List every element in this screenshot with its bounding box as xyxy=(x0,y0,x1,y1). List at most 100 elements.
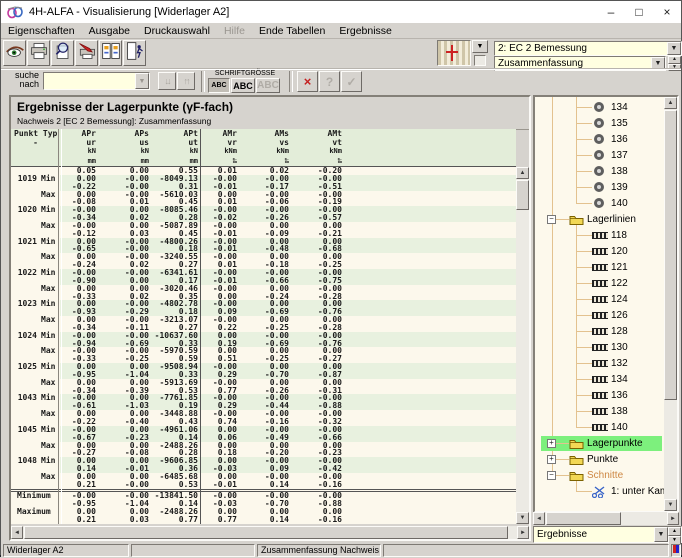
row-type: Min xyxy=(37,206,60,214)
point-number: 1043 xyxy=(11,394,37,402)
chevron-down-icon[interactable]: ▼ xyxy=(654,527,668,542)
scroll-down-icon[interactable]: ▼ xyxy=(664,499,677,511)
row-label: Max xyxy=(11,222,60,230)
point-number: 1021 xyxy=(11,238,37,246)
toolbar-table-window-button[interactable] xyxy=(99,40,122,66)
scroll-up-icon[interactable]: ▲ xyxy=(516,167,529,179)
header-label: Punkt Typ xyxy=(11,129,57,138)
tree-item-lagerlinien[interactable]: −Lagerlinien xyxy=(535,212,664,227)
table-vertical-scrollbar[interactable]: ▲ ▼ xyxy=(516,167,529,524)
status-bar: Widerlager A2 Zusammenfassung Nachweis xyxy=(1,544,681,558)
search-prev-button[interactable]: ↑↑ xyxy=(177,72,195,90)
tree-item-schnitte[interactable]: −Schnitte xyxy=(535,468,664,483)
toolbar: ▼ 2: EC 2 Bemessung ▼ Zusammenfassung ▼ … xyxy=(1,39,681,68)
tree-item-label: 139 xyxy=(611,182,628,193)
scroll-thumb[interactable] xyxy=(664,110,677,400)
close-button[interactable]: × xyxy=(653,1,681,23)
tree-horizontal-scrollbar[interactable]: ◄ ► xyxy=(533,512,679,525)
tree-expander-collapse-icon[interactable]: − xyxy=(547,215,556,224)
tree-item-139[interactable]: 139 xyxy=(535,180,664,195)
bemessung-combo[interactable]: 2: EC 2 Bemessung ▼ xyxy=(494,41,682,56)
tree-item-120[interactable]: 120 xyxy=(535,244,664,259)
tree-item-138[interactable]: 138 xyxy=(535,404,664,419)
preview-scroll-box[interactable] xyxy=(474,55,486,66)
row-label: Max xyxy=(11,347,60,355)
tree-item-121[interactable]: 121 xyxy=(535,260,664,275)
status-project: Widerlager A2 xyxy=(3,544,129,557)
tree-expander-collapse-icon[interactable]: − xyxy=(547,471,556,480)
minimize-button[interactable]: – xyxy=(597,1,625,23)
results-combo[interactable]: Ergebnisse ▼ ▲ ▼ xyxy=(533,526,682,543)
scroll-right-icon[interactable]: ► xyxy=(517,526,529,539)
fontsize-small-button[interactable]: ABC xyxy=(208,78,230,93)
tree-item-134[interactable]: 134 xyxy=(535,372,664,387)
tree-expander-expand-icon[interactable]: + xyxy=(547,439,556,448)
tree-item-1-unter-kamm[interactable]: 1: unter Kamm xyxy=(535,484,664,499)
toolbar-printer-button[interactable] xyxy=(27,40,50,66)
scroll-left-icon[interactable]: ◄ xyxy=(533,512,545,525)
results-spinner[interactable]: ▲ ▼ xyxy=(668,527,681,542)
search-label: suche nach xyxy=(7,71,39,89)
scroll-thumb[interactable] xyxy=(516,180,529,210)
navigation-tree-panel: 134135136137138139140−Lagerlinien1181201… xyxy=(533,95,679,513)
table-row-line: mmmmmm‰‰‰ xyxy=(11,157,516,166)
scroll-down-icon[interactable]: ▼ xyxy=(516,512,529,524)
tree-item-130[interactable]: 130 xyxy=(535,340,664,355)
menu-item-ende-tabellen[interactable]: Ende Tabellen xyxy=(252,25,332,37)
tree-item-136[interactable]: 136 xyxy=(535,132,664,147)
scroll-thumb[interactable] xyxy=(546,512,621,525)
tree-vertical-scrollbar[interactable]: ▲ ▼ xyxy=(664,97,677,511)
row-values: urusutvrvsvt xyxy=(60,138,516,147)
cancel-button[interactable]: × xyxy=(297,71,318,92)
maximize-button[interactable]: □ xyxy=(625,1,653,23)
fontsize-large-button[interactable]: ABC xyxy=(256,78,280,93)
tree-item-132[interactable]: 132 xyxy=(535,356,664,371)
search-row: suche nach ▼ ↓↓ ↑↑ SCHRIFTGRÖSSE ABC ABC… xyxy=(1,68,681,95)
preview-dropdown-button[interactable]: ▼ xyxy=(472,40,488,53)
search-next-button[interactable]: ↓↓ xyxy=(158,72,176,90)
tree-item-135[interactable]: 135 xyxy=(535,116,664,131)
toolbar-eye-button[interactable] xyxy=(3,40,26,66)
tree-item-128[interactable]: 128 xyxy=(535,324,664,339)
tree-item-label: 136 xyxy=(611,134,628,145)
scroll-up-icon[interactable]: ▲ xyxy=(664,97,677,109)
toolbar-exit-door-button[interactable] xyxy=(123,40,146,66)
tree-item-140[interactable]: 140 xyxy=(535,420,664,435)
menu-item-ausgabe[interactable]: Ausgabe xyxy=(82,25,137,37)
spin-up-icon[interactable]: ▲ xyxy=(668,527,681,536)
tree-item-124[interactable]: 124 xyxy=(535,292,664,307)
toolbar-zoom-document-button[interactable] xyxy=(51,40,74,66)
tree-item-140[interactable]: 140 xyxy=(535,196,664,211)
row-label: - xyxy=(11,138,60,147)
tree-item-punkte[interactable]: +Punkte xyxy=(535,452,664,467)
scroll-thumb[interactable] xyxy=(24,526,508,539)
toolbar-print-edit-button[interactable] xyxy=(75,40,98,66)
chevron-down-icon[interactable]: ▼ xyxy=(667,42,681,55)
cell: 0.03 xyxy=(96,516,149,524)
tree-item-118[interactable]: 118 xyxy=(535,228,664,243)
result-preview-thumbnail[interactable] xyxy=(437,40,471,66)
spin-up-icon[interactable]: ▲ xyxy=(668,56,681,64)
menu-item-ergebnisse[interactable]: Ergebnisse xyxy=(332,25,399,37)
confirm-button[interactable]: ✓ xyxy=(341,71,362,92)
fontsize-medium-button[interactable]: ABC xyxy=(231,78,255,93)
tree-expander-expand-icon[interactable]: + xyxy=(547,455,556,464)
scroll-right-icon[interactable]: ► xyxy=(667,512,679,525)
row-type: Min xyxy=(37,426,60,434)
tree-item-lagerpunkte[interactable]: +Lagerpunkte xyxy=(535,436,664,451)
tree-item-122[interactable]: 122 xyxy=(535,276,664,291)
tree-item-126[interactable]: 126 xyxy=(535,308,664,323)
table-horizontal-scrollbar[interactable]: ◄ ► xyxy=(11,526,529,539)
tree-item-137[interactable]: 137 xyxy=(535,148,664,163)
menu-item-druckauswahl[interactable]: Druckauswahl xyxy=(137,25,217,37)
row-label: Minimum xyxy=(11,492,60,500)
help-button[interactable]: ? xyxy=(319,71,340,92)
tree-item-136[interactable]: 136 xyxy=(535,388,664,403)
scroll-left-icon[interactable]: ◄ xyxy=(11,526,23,539)
point-number: 1020 xyxy=(11,206,37,214)
menu-item-eigenschaften[interactable]: Eigenschaften xyxy=(1,25,82,37)
row-type: Max xyxy=(37,285,60,293)
tree-item-134[interactable]: 134 xyxy=(535,100,664,115)
tree-item-138[interactable]: 138 xyxy=(535,164,664,179)
search-input[interactable]: ▼ xyxy=(43,72,150,90)
